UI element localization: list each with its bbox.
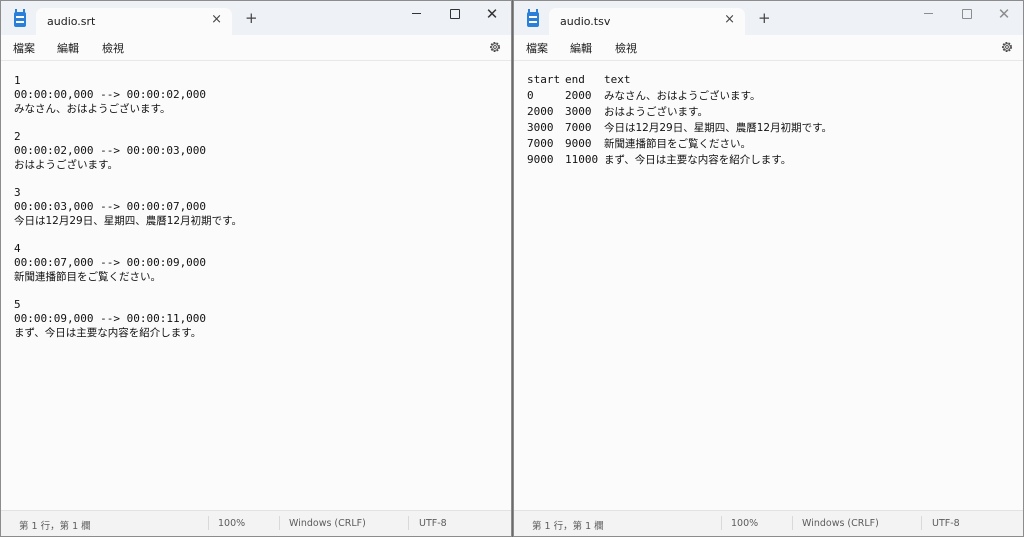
text-line: 新聞連播節目をご覧ください。	[14, 271, 161, 283]
text-line: 00:00:09,000 --> 00:00:11,000	[14, 312, 207, 325]
maximize-icon	[962, 8, 972, 19]
text-line: 00:00:02,000 --> 00:00:03,000	[14, 144, 207, 157]
text-line: まず、今日は主要な内容を紹介します。	[14, 327, 202, 339]
menu-file[interactable]: 檔案	[13, 40, 35, 56]
maximize-button[interactable]	[952, 5, 982, 25]
status-bar: 第 1 行，第 1 欄 100% Windows (CRLF) UTF-8	[1, 510, 511, 536]
menu-edit[interactable]: 編輯	[57, 40, 79, 56]
tab-title: audio.srt	[47, 15, 96, 28]
text-line-empty	[14, 172, 242, 186]
notepad-icon	[527, 9, 539, 27]
menu-bar: 檔案 編輯 檢視	[514, 35, 1023, 61]
cell-text: 今日は12月29日、星期四、農曆12月初期です。	[604, 122, 833, 134]
text-line: 3	[14, 186, 21, 199]
column-header: start	[527, 73, 561, 86]
status-line-ending[interactable]: Windows (CRLF)	[289, 518, 366, 529]
text-line: 1	[14, 74, 21, 87]
text-line: 00:00:07,000 --> 00:00:09,000	[14, 256, 207, 269]
cell-end: 9000	[565, 137, 592, 150]
minimize-button[interactable]	[913, 5, 943, 25]
text-line: 00:00:03,000 --> 00:00:07,000	[14, 200, 207, 213]
tab-audio-srt[interactable]: audio.srt ×	[36, 8, 232, 35]
maximize-icon	[450, 8, 460, 19]
cell-text: おはようございます。	[604, 106, 708, 118]
cell-start: 2000	[527, 105, 554, 118]
status-encoding[interactable]: UTF-8	[932, 518, 960, 529]
cell-text: 新聞連播節目をご覧ください。	[604, 138, 751, 150]
status-divider	[208, 516, 209, 530]
status-bar: 第 1 行，第 1 欄 100% Windows (CRLF) UTF-8	[514, 510, 1023, 536]
cell-text: まず、今日は主要な内容を紹介します。	[604, 154, 792, 166]
notepad-icon	[14, 9, 26, 27]
status-encoding[interactable]: UTF-8	[419, 518, 447, 529]
new-tab-button[interactable]: +	[245, 11, 258, 26]
title-bar[interactable]: audio.tsv × + ✕	[514, 1, 1023, 35]
menu-bar: 檔案 編輯 檢視	[1, 35, 511, 61]
cell-end: 3000	[565, 105, 592, 118]
table-row: 9000 11000 まず、今日は主要な内容を紹介します。	[527, 152, 832, 168]
minimize-icon	[923, 13, 933, 14]
text-line-empty	[14, 116, 242, 130]
cell-end: 11000	[565, 153, 599, 166]
status-line-ending[interactable]: Windows (CRLF)	[802, 518, 879, 529]
cell-start: 7000	[527, 137, 554, 150]
status-divider	[279, 516, 280, 530]
title-bar[interactable]: audio.srt × + ✕	[1, 1, 511, 35]
new-tab-button[interactable]: +	[758, 11, 771, 26]
table-header-row: start end text	[527, 72, 832, 88]
text-editor[interactable]: start end text 0 2000 みなさん、おはようございます。 20…	[514, 61, 1023, 511]
status-zoom[interactable]: 100%	[218, 518, 245, 529]
status-divider	[408, 516, 409, 530]
cell-end: 2000	[565, 89, 592, 102]
gear-icon[interactable]	[488, 40, 502, 54]
cell-start: 9000	[527, 153, 554, 166]
text-line-empty	[14, 228, 242, 242]
text-line: おはようございます。	[14, 159, 118, 171]
notepad-window-tsv: audio.tsv × + ✕ 檔案 編輯 檢視 start end text	[513, 0, 1024, 537]
text-line: 今日は12月29日、星期四、農曆12月初期です。	[14, 215, 243, 227]
column-header: text	[604, 73, 631, 86]
text-line: 00:00:00,000 --> 00:00:02,000	[14, 88, 207, 101]
table-row: 7000 9000 新聞連播節目をご覧ください。	[527, 136, 832, 152]
close-tab-icon[interactable]: ×	[211, 12, 222, 27]
cell-start: 3000	[527, 121, 554, 134]
text-editor[interactable]: 1 00:00:00,000 --> 00:00:02,000 みなさん、おはよ…	[1, 61, 511, 511]
gear-icon[interactable]	[1000, 40, 1014, 54]
menu-view[interactable]: 檢視	[615, 40, 637, 56]
menu-edit[interactable]: 編輯	[570, 40, 592, 56]
cell-text: みなさん、おはようございます。	[604, 90, 761, 102]
menu-file[interactable]: 檔案	[526, 40, 548, 56]
tsv-table: start end text 0 2000 みなさん、おはようございます。 20…	[527, 72, 832, 168]
minimize-button[interactable]	[401, 5, 431, 25]
status-zoom[interactable]: 100%	[731, 518, 758, 529]
close-window-button[interactable]: ✕	[989, 5, 1019, 25]
close-window-button[interactable]: ✕	[477, 5, 507, 25]
status-divider	[921, 516, 922, 530]
table-row: 3000 7000 今日は12月29日、星期四、農曆12月初期です。	[527, 120, 832, 136]
status-cursor-position[interactable]: 第 1 行，第 1 欄	[19, 518, 91, 532]
maximize-button[interactable]	[440, 5, 470, 25]
status-cursor-position[interactable]: 第 1 行，第 1 欄	[532, 518, 604, 532]
cell-end: 7000	[565, 121, 592, 134]
close-tab-icon[interactable]: ×	[724, 12, 735, 27]
column-header: end	[565, 73, 585, 86]
status-divider	[792, 516, 793, 530]
tab-title: audio.tsv	[560, 15, 611, 28]
menu-view[interactable]: 檢視	[102, 40, 124, 56]
status-divider	[721, 516, 722, 530]
cell-start: 0	[527, 89, 534, 102]
tsv-text: start end text 0 2000 みなさん、おはようございます。 20…	[527, 72, 832, 168]
text-line: 5	[14, 298, 21, 311]
table-row: 2000 3000 おはようございます。	[527, 104, 832, 120]
text-line: 2	[14, 130, 21, 143]
minimize-icon	[411, 13, 421, 14]
tab-audio-tsv[interactable]: audio.tsv ×	[549, 8, 745, 35]
text-line: みなさん、おはようございます。	[14, 103, 171, 115]
text-line: 4	[14, 242, 21, 255]
notepad-window-srt: audio.srt × + ✕ 檔案 編輯 檢視 1 00:00:00,000 …	[0, 0, 512, 537]
srt-text: 1 00:00:00,000 --> 00:00:02,000 みなさん、おはよ…	[14, 74, 242, 340]
table-row: 0 2000 みなさん、おはようございます。	[527, 88, 832, 104]
text-line-empty	[14, 284, 242, 298]
